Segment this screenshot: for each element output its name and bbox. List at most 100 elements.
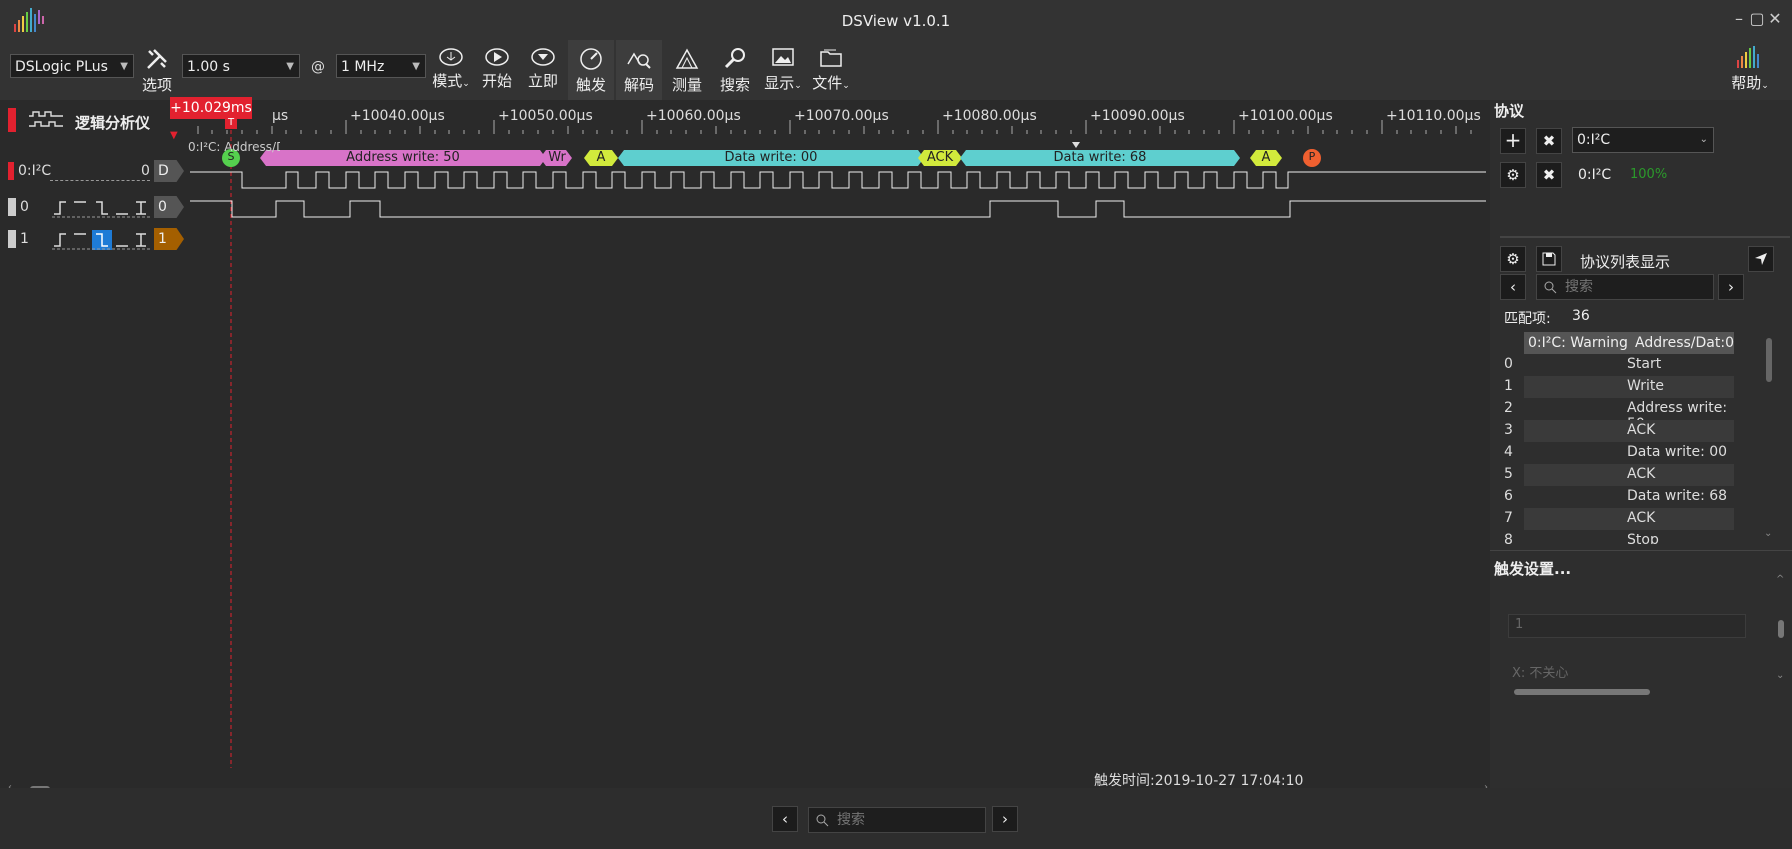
table-row[interactable]: 4 Data write: 00: [1490, 442, 1740, 464]
instant-button[interactable]: 立即: [520, 40, 566, 100]
table-row[interactable]: 1 Write: [1490, 376, 1740, 398]
protocol-select[interactable]: 0:I²C ⌄: [1572, 127, 1714, 153]
panel-divider: [1500, 236, 1790, 238]
rate-value: 1 MHz: [341, 59, 385, 75]
trigger-scrollbar[interactable]: [1778, 620, 1784, 638]
decode-data-write-2[interactable]: Data write: 68: [966, 150, 1234, 166]
search-icon: [816, 814, 829, 827]
table-row[interactable]: 2 Address write: 50: [1490, 398, 1740, 432]
trigger-scroll-up-icon[interactable]: ^: [1776, 574, 1784, 585]
decode-address-write[interactable]: Address write: 50: [266, 150, 540, 166]
list-navigate-button[interactable]: [1748, 246, 1774, 272]
search-next-button[interactable]: ›: [992, 806, 1018, 832]
table-scroll-down-icon[interactable]: ⌄: [1764, 528, 1772, 539]
table-row[interactable]: 5 ACK: [1490, 464, 1740, 486]
options-button[interactable]: 选项: [134, 40, 180, 100]
list-search-field[interactable]: [1536, 274, 1714, 300]
row-index: 7: [1504, 510, 1513, 526]
minimize-icon[interactable]: –: [1730, 10, 1748, 28]
channel-0-badge[interactable]: 0: [154, 196, 184, 218]
search-button[interactable]: 搜索: [712, 40, 758, 100]
bottom-search-input[interactable]: [835, 810, 979, 830]
logic-analyzer-icon: [29, 111, 63, 127]
decode-ack-1[interactable]: A: [586, 150, 616, 166]
collapse-arrow-icon[interactable]: ▼: [170, 130, 178, 141]
rate-select[interactable]: 1 MHz ▼: [336, 54, 426, 78]
trigger-scroll-down-icon[interactable]: ⌄: [1776, 670, 1784, 681]
list-save-button[interactable]: [1536, 246, 1562, 272]
decoder-settings-button[interactable]: ⚙: [1500, 162, 1526, 188]
options-label: 选项: [141, 76, 172, 94]
list-prev-button[interactable]: ‹: [1500, 274, 1526, 300]
decoder-channel-num: 0: [141, 163, 150, 179]
device-value: DSLogic PLus: [15, 59, 108, 75]
bottom-search-field[interactable]: [808, 807, 986, 833]
table-scrollbar[interactable]: [1766, 338, 1772, 382]
duration-select[interactable]: 1.00 s ▼: [182, 54, 300, 78]
channel-1-badge[interactable]: 1: [154, 228, 184, 250]
table-row[interactable]: 7 ACK: [1490, 508, 1740, 530]
table-row[interactable]: 8 Stop: [1490, 530, 1740, 544]
display-button[interactable]: 显示⌄: [760, 40, 806, 100]
waveform-area[interactable]: µs +10040.00µs +10050.00µs +10060.00µs +…: [170, 97, 1486, 789]
channel-1-color-bar: [8, 230, 16, 248]
device-select[interactable]: DSLogic PLus ▼: [10, 54, 134, 78]
duration-value: 1.00 s: [187, 59, 230, 75]
navigate-icon: [1755, 253, 1767, 265]
remove-decoder-button[interactable]: ✖: [1536, 128, 1562, 154]
channel-0-trigger-icons[interactable]: [52, 198, 152, 218]
row-value: Stop: [1627, 532, 1659, 544]
row-value: ACK: [1627, 422, 1656, 438]
start-label: 开始: [481, 72, 512, 90]
channel-1-name: 1: [20, 231, 29, 247]
mode-icon: [439, 48, 463, 66]
row-value: ACK: [1627, 466, 1656, 482]
table-row[interactable]: 0 Start: [1490, 354, 1740, 376]
table-row[interactable]: 3 ACK: [1490, 420, 1740, 442]
channel-1-trigger-icons[interactable]: [52, 230, 152, 250]
help-logo-icon: [1737, 46, 1759, 68]
decoder-badge[interactable]: D: [154, 160, 184, 182]
close-icon[interactable]: ✕: [1766, 10, 1784, 28]
bottom-search-bar: ‹ ›: [0, 788, 1792, 849]
table-row[interactable]: 6 Data write: 68: [1490, 486, 1740, 508]
search-label: 搜索: [719, 76, 750, 94]
decode-button[interactable]: 解码: [616, 40, 662, 100]
row-index: 3: [1504, 422, 1513, 438]
mode-button[interactable]: 模式⌄: [428, 40, 474, 100]
image-icon: [772, 48, 794, 66]
window-title: DSView v1.0.1: [841, 12, 951, 30]
list-settings-button[interactable]: ⚙: [1500, 246, 1526, 272]
list-next-button[interactable]: ›: [1718, 274, 1744, 300]
measure-button[interactable]: 测量: [664, 40, 710, 100]
trigger-settings-title[interactable]: 触发设置...: [1494, 558, 1571, 579]
file-button[interactable]: 文件⌄: [808, 40, 854, 100]
search-prev-button[interactable]: ‹: [772, 806, 798, 832]
decode-ack-3[interactable]: A: [1252, 150, 1280, 166]
add-decoder-button[interactable]: +: [1500, 128, 1526, 154]
decode-stop-marker[interactable]: P: [1306, 150, 1318, 163]
decoder-delete-button[interactable]: ✖: [1536, 162, 1562, 188]
play-icon: [485, 48, 509, 66]
right-horizontal-scrollbar[interactable]: [1514, 689, 1650, 695]
decode-wr[interactable]: Wr: [542, 150, 572, 166]
decode-data-write-1[interactable]: Data write: 00: [624, 150, 918, 166]
at-sign: @: [311, 59, 325, 75]
decoder-channel-name[interactable]: 0:I²C: [18, 163, 51, 179]
instant-icon: [531, 48, 555, 66]
help-button[interactable]: 帮助⌄: [1722, 40, 1778, 100]
column-header-address-data[interactable]: 0:I²C: Address/Dat: [1630, 335, 1734, 351]
trigger-value-field[interactable]: 1: [1508, 614, 1746, 638]
trigger-button[interactable]: 触发: [568, 40, 614, 100]
row-index: 8: [1504, 532, 1513, 544]
row-index: 5: [1504, 466, 1513, 482]
start-button[interactable]: 开始: [474, 40, 520, 100]
decoder-underline: [50, 180, 150, 181]
maximize-icon[interactable]: ▢: [1748, 10, 1766, 28]
decode-start-marker[interactable]: S: [225, 150, 237, 163]
cursor-trigger-marker[interactable]: T: [225, 117, 237, 129]
list-search-input[interactable]: [1563, 277, 1707, 297]
cursor-time-label[interactable]: +10.029ms: [170, 97, 252, 119]
column-header-warnings[interactable]: 0:I²C: Warnings: [1528, 335, 1628, 351]
decode-ack-2[interactable]: ACK: [920, 150, 960, 166]
